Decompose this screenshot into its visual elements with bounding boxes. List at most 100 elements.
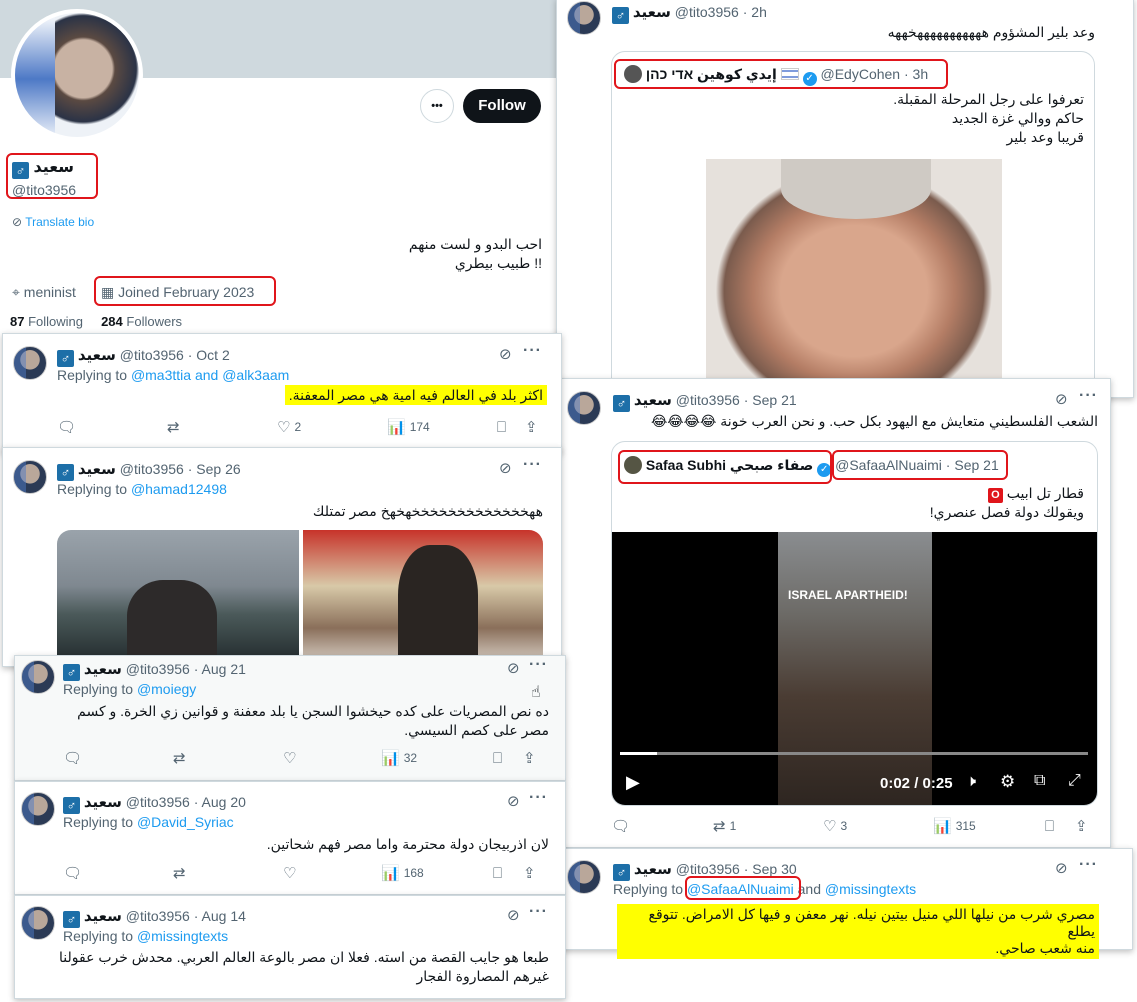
tweet-card-aug21[interactable]: ♂ سعيد @tito3956 · Aug 21 ⊘ ··· ☝ Replyi…	[14, 655, 566, 781]
share-icon: ⇪	[1075, 818, 1088, 835]
retweet-button[interactable]: ⇄	[167, 418, 277, 436]
pip-icon[interactable]: ⧉	[1034, 772, 1045, 790]
play-icon[interactable]: ▶	[626, 772, 640, 793]
grok-icon[interactable]: ⊘	[1055, 390, 1068, 408]
bookmark-button[interactable]: ⎕	[1045, 818, 1075, 835]
annotation-box-safaa-name	[618, 450, 832, 484]
grok-icon[interactable]: ⊘	[1055, 859, 1068, 877]
tweet-card-blair[interactable]: ♂ سعيد @tito3956 · 2h وعد بلير المشؤوم ه…	[556, 0, 1134, 411]
views-button[interactable]: 📊 32	[381, 749, 493, 767]
like-button[interactable]: ♡	[283, 864, 381, 882]
video-progress-track[interactable]	[620, 752, 1088, 755]
quote-text: تعرفوا على رجل المرحلة المقبلة. حاكم ووا…	[632, 90, 1084, 147]
location-text: meninist	[23, 284, 76, 300]
reply-mention-link[interactable]: @moiegy	[137, 681, 196, 697]
like-button[interactable]: ♡	[283, 749, 381, 767]
bookmark-button[interactable]: ⎕	[493, 750, 523, 767]
reply-button[interactable]: 🗨	[63, 749, 173, 767]
grok-icon[interactable]: ⊘	[507, 906, 520, 924]
profile-location: ⌖ meninist	[12, 284, 76, 301]
views-button[interactable]: 📊 174	[387, 418, 497, 436]
reply-icon: 🗨	[611, 818, 631, 835]
tweet-card-aug20[interactable]: ♂ سعيد @tito3956 · Aug 20 ⊘ ··· Replying…	[14, 781, 566, 895]
quote-tweet[interactable]: Safaa Subhi صفاء صبحي ✓ @SafaaAlNuaimi ·…	[611, 441, 1098, 806]
share-button[interactable]: ⇪	[523, 864, 536, 882]
following-link[interactable]: 87 Following	[10, 314, 83, 329]
tweet-header: ♂ سعيد @tito3956 · Aug 14	[63, 907, 246, 928]
like-button[interactable]: ♡ 2	[277, 418, 387, 436]
reply-mention-link[interactable]: @missingtexts	[825, 881, 916, 897]
views-icon: 📊	[381, 750, 400, 767]
settings-icon[interactable]: ⚙	[1000, 772, 1015, 792]
bookmark-icon: ⎕	[1045, 817, 1055, 835]
translate-bio-link[interactable]: ⊘ Translate bio	[12, 215, 94, 229]
author-name: سعيد	[77, 347, 116, 364]
retweet-button[interactable]: ⇄	[173, 864, 283, 882]
avatar[interactable]	[21, 660, 55, 694]
grok-icon[interactable]: ⊘	[507, 659, 520, 677]
followers-link[interactable]: 284 Followers	[101, 314, 182, 329]
follow-button[interactable]: Follow	[463, 89, 541, 123]
views-button[interactable]: 📊 168	[381, 864, 493, 882]
tweet-text: الشعب الفلسطيني متعايش مع اليهود بكل حب.…	[650, 413, 1098, 429]
more-icon[interactable]: ···	[529, 789, 548, 807]
reply-mention-link[interactable]: @David_Syriac	[137, 814, 234, 830]
avatar[interactable]	[567, 391, 601, 425]
more-icon[interactable]: ···	[1079, 856, 1098, 874]
reply-button[interactable]: 🗨	[57, 418, 167, 436]
tweet-media-left[interactable]	[57, 530, 299, 670]
retweet-icon: ⇄	[173, 750, 186, 767]
retweet-button[interactable]: ⇄ 1	[713, 817, 823, 835]
views-button[interactable]: 📊 315	[933, 817, 1045, 835]
reply-mention-link[interactable]: @hamad12498	[131, 481, 227, 497]
tweet-card-apartheid[interactable]: ♂ سعيد @tito3956 · Sep 21 ⊘ ··· الشعب ال…	[558, 378, 1111, 848]
retweet-icon: ⇄	[173, 865, 186, 882]
avatar[interactable]	[13, 460, 47, 494]
tweet-card-sep26[interactable]: ♂ سعيد @tito3956 · Sep 26 ⊘ ··· Replying…	[2, 447, 562, 670]
share-button[interactable]: ⇪	[525, 418, 538, 436]
more-icon[interactable]: ···	[529, 903, 548, 921]
avatar[interactable]	[21, 906, 55, 940]
grok-icon[interactable]: ⊘	[499, 459, 512, 477]
avatar[interactable]	[21, 792, 55, 826]
reply-button[interactable]: 🗨	[63, 864, 173, 882]
tweet-line: غيرهم المصاروة الفجار	[416, 968, 549, 984]
more-icon[interactable]: ···	[523, 456, 542, 474]
reply-mention-link[interactable]: @ma3ttia and @alk3aam	[131, 367, 289, 383]
avatar[interactable]	[13, 346, 47, 380]
tweet-card-oct2[interactable]: ♂ سعيد @tito3956 · Oct 2 ⊘ ··· Replying …	[2, 333, 562, 453]
profile-avatar[interactable]	[11, 9, 143, 141]
like-button[interactable]: ♡ 3	[823, 817, 933, 835]
video-player[interactable]: ISRAEL APARTHEID! ▶ 0:02 / 0:25 🕨 ⚙ ⧉ ⤢	[612, 532, 1097, 805]
tweet-card-nile[interactable]: ♂ سعيد @tito3956 · Sep 30 ⊘ ··· Replying…	[558, 848, 1133, 959]
more-icon[interactable]: ···	[523, 342, 542, 360]
avatar[interactable]	[567, 1, 601, 35]
grok-icon[interactable]: ⊘	[499, 345, 512, 363]
o-button-icon: O	[987, 488, 1003, 503]
quote-image[interactable]	[706, 159, 1002, 399]
avatar[interactable]	[567, 860, 601, 894]
author-name: سعيد	[632, 4, 671, 21]
reply-mention-link[interactable]: @missingtexts	[137, 928, 228, 944]
share-button[interactable]: ⇪	[1075, 817, 1088, 835]
reply-button[interactable]: 🗨	[611, 817, 713, 835]
tweet-line: مصري شرب من نيلها اللي منيل بيتين نيله. …	[648, 906, 1095, 939]
bookmark-button[interactable]: ⎕	[497, 419, 525, 436]
bookmark-icon: ⎕	[493, 864, 503, 882]
mute-icon[interactable]: 🕨	[966, 773, 976, 791]
bookmark-button[interactable]: ⎕	[493, 865, 523, 882]
male-sign-icon: ♂	[57, 350, 74, 367]
more-icon[interactable]: ···	[529, 656, 548, 674]
view-count: 168	[403, 866, 424, 880]
more-icon[interactable]: ···	[1079, 387, 1098, 405]
tweet-card-aug14[interactable]: ♂ سعيد @tito3956 · Aug 14 ⊘ ··· Replying…	[14, 895, 566, 999]
annotation-box-reply-safaa	[685, 876, 801, 900]
share-button[interactable]: ⇪	[523, 749, 536, 767]
views-icon: 📊	[387, 419, 406, 436]
grok-icon[interactable]: ⊘	[507, 792, 520, 810]
more-options-button[interactable]: •••	[420, 89, 454, 123]
quote-tweet[interactable]: إيدي كوهين אדי כהן ✓ @EdyCohen · 3h تعرف…	[611, 51, 1095, 411]
fullscreen-icon[interactable]: ⤢	[1068, 772, 1081, 790]
retweet-button[interactable]: ⇄	[173, 749, 283, 767]
tweet-media-right[interactable]	[303, 530, 543, 670]
